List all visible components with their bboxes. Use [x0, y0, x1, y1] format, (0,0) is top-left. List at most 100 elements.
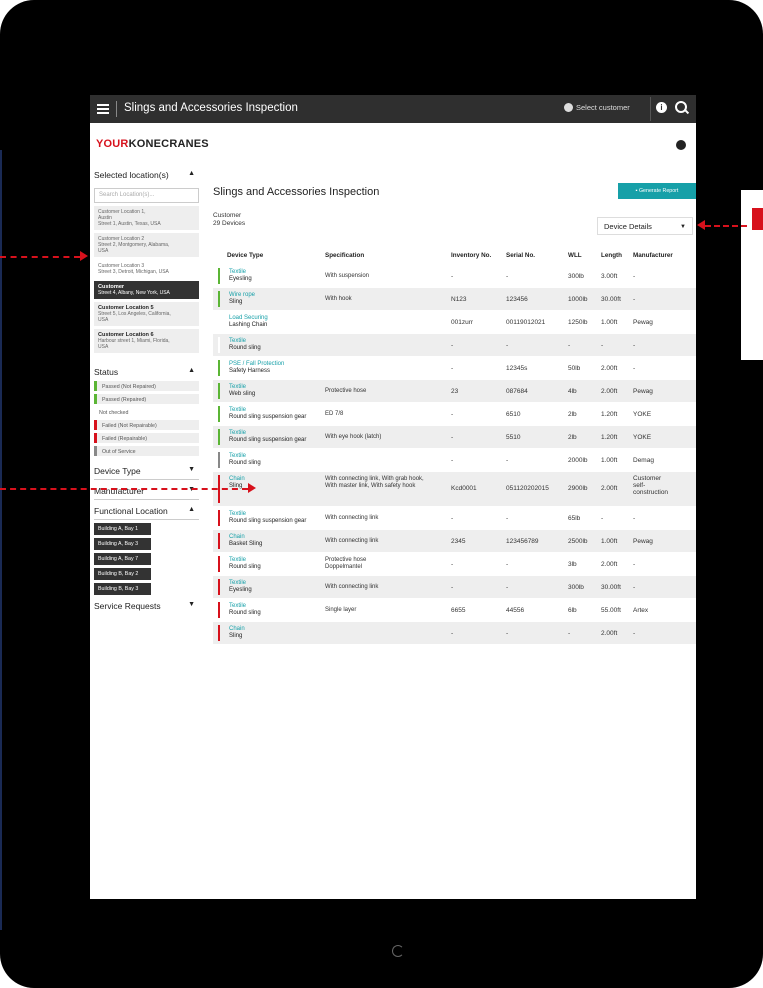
table-row[interactable]: Chain Basket Sling With connecting link 234…: [213, 530, 696, 553]
table-row[interactable]: Textile Round sling - - - - -: [213, 334, 696, 357]
location-address: Street 3, Detroit, Michigan, USA: [98, 269, 169, 275]
manufacturer-cell: Artex: [633, 607, 648, 614]
functional-location-chip[interactable]: Building B, Bay 3: [94, 583, 151, 595]
device-table: Textile Eyesling With suspension - -300lb 3.0…: [213, 265, 696, 645]
device-category-link[interactable]: Chain: [229, 476, 245, 483]
status-filter-item[interactable]: Failed (Repairable): [94, 433, 199, 443]
functional-location-chip[interactable]: Building A, Bay 1: [94, 523, 151, 535]
device-type-cell: Textile Round sling suspension gear: [229, 407, 306, 421]
location-item[interactable]: Customer Location 5 Street 5, Los Angeles…: [94, 302, 199, 326]
spec-line: With master link, With safety hook: [325, 483, 416, 489]
status-filter-item[interactable]: Passed (Not Repaired): [94, 381, 199, 391]
status-bar: [218, 314, 220, 330]
inv-cell: -: [451, 411, 454, 418]
device-category-link[interactable]: PSE / Fall Protection: [229, 361, 284, 368]
device-type: Round sling suspension gear: [229, 518, 307, 524]
table-row[interactable]: Textile Round sling suspension gear ED 7/8…: [213, 403, 696, 426]
serial-cell: -: [506, 630, 509, 637]
serial-cell: 12345s: [506, 365, 528, 372]
device-category-link[interactable]: Chain: [229, 626, 245, 633]
device-category-link[interactable]: Textile: [229, 511, 306, 518]
manufacturer-cell: -: [633, 515, 635, 522]
functional-location-dropdown[interactable]: Functional Location ▲: [94, 506, 199, 520]
inv-cell: -: [451, 273, 454, 280]
inv-cell: -: [451, 584, 454, 591]
device-category-link[interactable]: Textile: [229, 407, 306, 414]
status-filter-item[interactable]: Not checked: [94, 407, 199, 417]
device-category-link[interactable]: Textile: [229, 557, 261, 564]
status-filter-item[interactable]: Passed (Repaired): [94, 394, 199, 404]
location-search-input[interactable]: Search Location(s)...: [94, 188, 199, 203]
device-category-link[interactable]: Textile: [229, 430, 306, 437]
table-row[interactable]: Load Securing Lashing Chain 001zurr 0011901…: [213, 311, 696, 334]
functional-location-chip[interactable]: Building B, Bay 2: [94, 568, 151, 580]
len-cell: 55.00ft: [601, 607, 621, 614]
select-customer-button[interactable]: Select customer: [576, 103, 630, 112]
inv-cell: 6655: [451, 607, 466, 614]
serial-cell: 5510: [506, 434, 521, 441]
len-cell: 30.00ft: [601, 584, 621, 591]
table-row[interactable]: Textile Eyesling With connecting link - - 300…: [213, 576, 696, 599]
location-item[interactable]: Customer Location 3 Street 3, Detroit, Mi…: [94, 260, 199, 278]
status-filter-item[interactable]: Out of Service: [94, 446, 199, 456]
table-row[interactable]: PSE / Fall Protection Safety Harness - 1234…: [213, 357, 696, 380]
location-item[interactable]: Customer Location 6 Harbour street 1, Mia…: [94, 329, 199, 353]
manufacturer-line: -: [633, 365, 636, 372]
table-row[interactable]: Chain Sling With connecting link, With gra…: [213, 472, 696, 507]
user-icon[interactable]: [676, 140, 686, 150]
serial-cell: 051120202015: [506, 485, 549, 492]
locations-header[interactable]: Selected location(s) ▲: [94, 170, 199, 180]
table-row[interactable]: Textile Round sling Single layer 6655 44556 6…: [213, 599, 696, 622]
table-row[interactable]: Wire rope Sling With hook N123 123456 1000lb 3…: [213, 288, 696, 311]
status-header[interactable]: Status ▲: [94, 367, 199, 377]
table-row[interactable]: Textile Round sling - - 2000lb 1.00ft Demag: [213, 449, 696, 472]
spec-line: With eye hook (latch): [325, 434, 382, 440]
table-row[interactable]: Textile Round sling suspension gear With e…: [213, 426, 696, 449]
device-category-link[interactable]: Textile: [229, 384, 255, 391]
device-category-link[interactable]: Wire rope: [229, 292, 255, 299]
functional-location-chip[interactable]: Building A, Bay 7: [94, 553, 151, 565]
device-category-link[interactable]: Textile: [229, 580, 252, 587]
status-filter-item[interactable]: Failed (Not Repairable): [94, 420, 199, 430]
wll-cell: 4lb: [568, 388, 577, 395]
generate-report-button[interactable]: ▪ Generate Report: [618, 183, 696, 199]
device-category-link[interactable]: Load Securing: [229, 315, 268, 322]
device-type-cell: Textile Web sling: [229, 384, 255, 398]
device-details-select[interactable]: Device Details ▼: [597, 217, 693, 235]
device-category-link[interactable]: Textile: [229, 453, 261, 460]
table-row[interactable]: Textile Web sling Protective hose 23 087684 4…: [213, 380, 696, 403]
manufacturer-cell: -: [633, 561, 635, 568]
page-title: Slings and Accessories Inspection: [213, 186, 380, 198]
wll-cell: -: [568, 342, 571, 349]
spec-line: With connecting link: [325, 538, 379, 544]
device-type-dropdown[interactable]: Device Type ▼: [94, 466, 199, 480]
logo[interactable]: YOURKONECRANES: [96, 138, 209, 150]
device-category-link[interactable]: Chain: [229, 534, 262, 541]
manufacturer-cell: -: [633, 584, 635, 591]
device-category-link[interactable]: Textile: [229, 338, 261, 345]
spec-line: With connecting link: [325, 584, 379, 590]
home-button-icon[interactable]: [392, 945, 404, 957]
specification-cell: ED 7/8: [325, 411, 343, 418]
table-row[interactable]: Chain Sling - - - 2.00ft -: [213, 622, 696, 645]
search-icon[interactable]: [675, 101, 687, 113]
table-row[interactable]: Textile Eyesling With suspension - - 300lb 3.0…: [213, 265, 696, 288]
location-item[interactable]: Customer Location 2 Street 2, Montgomery,…: [94, 233, 199, 257]
location-item[interactable]: Customer Location 1, Austin Street 1, Aust…: [94, 206, 199, 230]
device-category-link[interactable]: Textile: [229, 603, 261, 610]
wll-cell: 2900lb: [568, 485, 588, 492]
manufacturer-cell: Pewag: [633, 388, 653, 395]
table-row[interactable]: Textile Round sling Protective hose Doppelm…: [213, 553, 696, 576]
status-bar: [218, 452, 220, 468]
service-requests-dropdown[interactable]: Service Requests ▼: [94, 601, 199, 614]
device-category-link[interactable]: Textile: [229, 269, 252, 276]
spec-line: Protective hose: [325, 388, 367, 394]
functional-location-chip[interactable]: Building A, Bay 3: [94, 538, 151, 550]
spec-line: With connecting link, With grab hook,: [325, 476, 424, 482]
status-bar: [218, 360, 220, 376]
location-item[interactable]: Customer Street 4, Albany, New York, USA: [94, 281, 199, 299]
menu-icon[interactable]: [97, 102, 109, 116]
info-icon[interactable]: i: [656, 102, 667, 113]
table-row[interactable]: Textile Round sling suspension gear With c…: [213, 507, 696, 530]
status-bar: [218, 268, 220, 284]
